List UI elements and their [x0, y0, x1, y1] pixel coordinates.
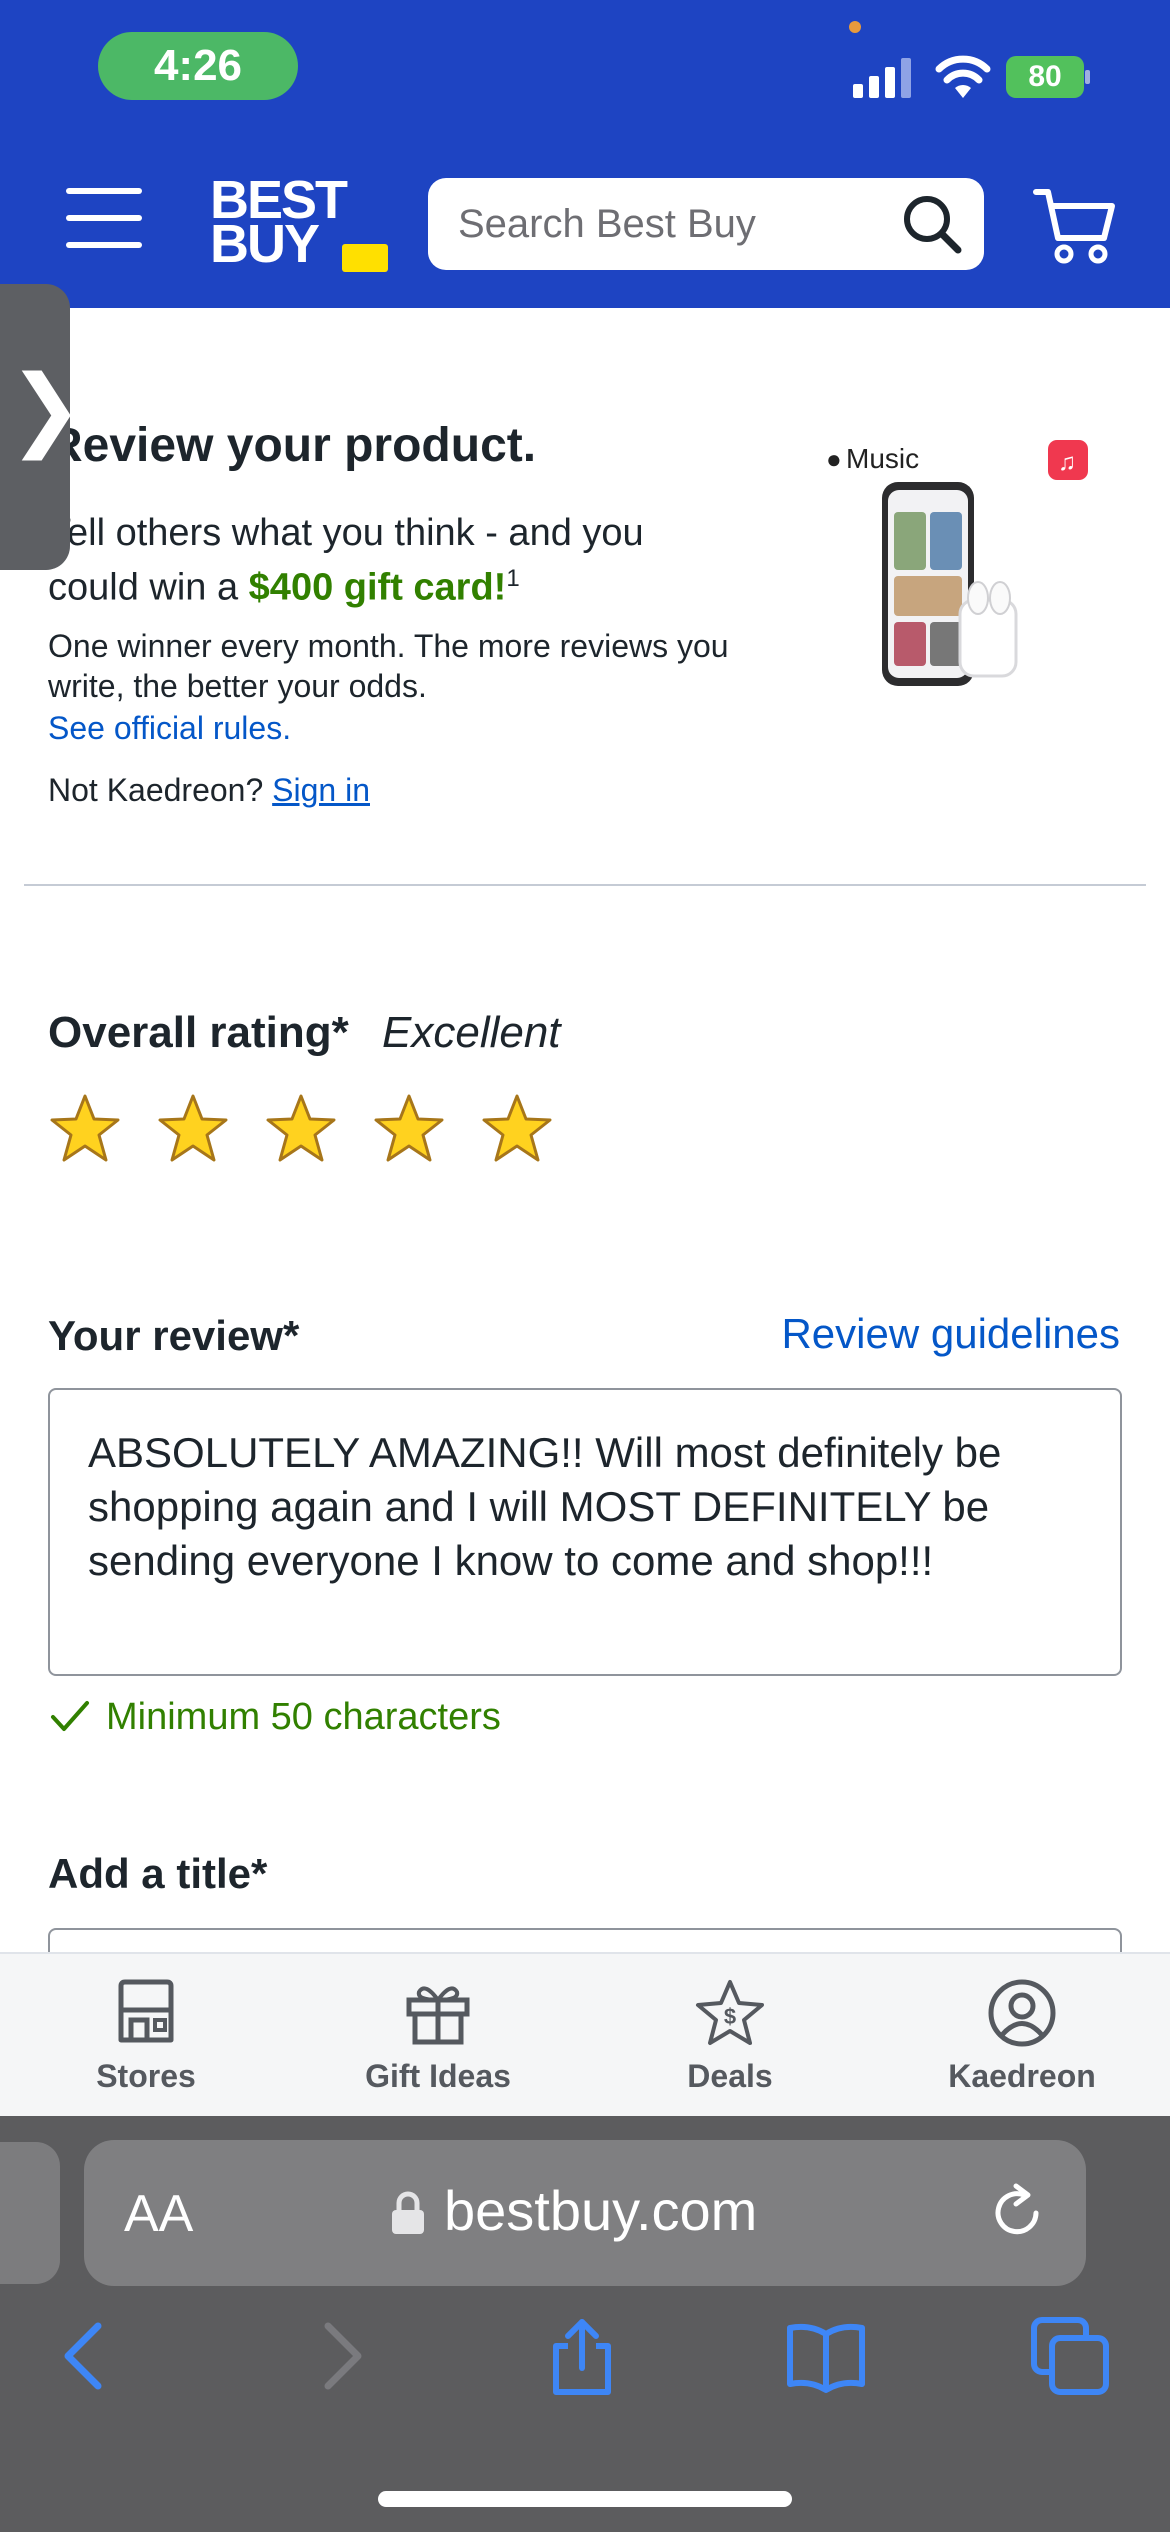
chevron-right-icon: ❯: [8, 359, 84, 459]
gift-icon: [406, 1986, 470, 2045]
not-user-text: Not Kaedreon?: [48, 772, 264, 808]
min-characters-text: Minimum 50 characters: [106, 1696, 501, 1738]
sign-in-link[interactable]: Sign in: [272, 772, 370, 808]
svg-text:♫: ♫: [1058, 449, 1076, 476]
battery-cap: [1085, 70, 1090, 84]
url-text[interactable]: bestbuy.com: [444, 2178, 757, 2243]
wifi-icon: [935, 55, 991, 98]
address-bar[interactable]: AA bestbuy.com: [84, 2140, 1086, 2286]
best-buy-logo[interactable]: BEST BUY: [210, 173, 388, 276]
text-size-button[interactable]: AA: [124, 2184, 193, 2244]
nav-deals-label: Deals: [687, 2058, 773, 2094]
privacy-indicator: [849, 21, 861, 33]
reload-icon[interactable]: [986, 2182, 1048, 2244]
not-user-line: Not Kaedreon? Sign in: [48, 772, 370, 809]
star-icon[interactable]: [264, 1092, 338, 1166]
svg-text:●: ●: [826, 444, 842, 474]
logo-tag-icon: [342, 244, 388, 272]
search-bar[interactable]: [428, 178, 984, 270]
star-icon[interactable]: [372, 1092, 446, 1166]
nav-gift-ideas[interactable]: Gift Ideas: [328, 1978, 548, 2095]
promo-subtext: One winner every month. The more reviews…: [48, 628, 729, 704]
side-panel-handle[interactable]: ❯: [0, 284, 83, 570]
menu-button[interactable]: [66, 188, 142, 248]
menu-bar: [66, 242, 142, 248]
browser-toolbar: AA bestbuy.com: [0, 2116, 1170, 2532]
review-textarea[interactable]: ABSOLUTELY AMAZING!! Will most definitel…: [48, 1388, 1122, 1676]
nav-gift-ideas-label: Gift Ideas: [365, 2058, 511, 2094]
star-icon[interactable]: [48, 1092, 122, 1166]
cellular-signal-icon: [853, 58, 911, 98]
check-icon: [51, 1701, 89, 1731]
forward-icon[interactable]: [300, 2316, 380, 2396]
battery-icon: 80: [1006, 56, 1090, 98]
battery-level: 80: [1006, 56, 1084, 98]
search-icon[interactable]: [900, 192, 964, 256]
svg-text:$: $: [724, 2004, 736, 2029]
section-divider: [24, 884, 1146, 886]
previous-tab-peek[interactable]: [0, 2142, 60, 2284]
account-icon: [988, 1979, 1056, 2047]
nav-deals[interactable]: $ Deals: [620, 1978, 840, 2095]
status-time: 4:26: [98, 32, 298, 100]
bookmarks-icon[interactable]: [786, 2316, 866, 2396]
min-characters-hint: Minimum 50 characters: [50, 1696, 501, 1739]
cart-icon[interactable]: [1032, 182, 1116, 266]
home-indicator[interactable]: [378, 2491, 792, 2507]
deals-icon: $: [696, 1980, 764, 2045]
footnote-marker: 1: [506, 565, 520, 592]
star-icon[interactable]: [156, 1092, 230, 1166]
lock-icon: [392, 2191, 424, 2234]
nav-stores-label: Stores: [96, 2058, 196, 2094]
official-rules-link[interactable]: See official rules.: [48, 710, 291, 747]
bottom-navigation: Stores Gift Ideas $ Deals Kaedreon: [0, 1952, 1170, 2116]
share-icon[interactable]: [542, 2316, 622, 2396]
your-review-label: Your review*: [48, 1312, 300, 1359]
promo-text-prefix: could win a: [48, 566, 249, 609]
store-icon: [118, 1979, 174, 2043]
nav-account-label: Kaedreon: [948, 2058, 1096, 2094]
review-guidelines-link[interactable]: Review guidelines: [781, 1310, 1120, 1358]
add-title-label: Add a title*: [48, 1850, 268, 1897]
search-input[interactable]: [458, 178, 888, 270]
gift-card-highlight: $400 gift card!: [248, 566, 507, 609]
tabs-icon[interactable]: [1030, 2316, 1110, 2396]
promo-text-line2: could win a $400 gift card!1: [48, 556, 520, 611]
promo-title: Review your product.: [48, 419, 537, 472]
nav-stores[interactable]: Stores: [36, 1978, 256, 2095]
promo-text-line1: Tell others what you think - and you: [48, 512, 644, 554]
promo-image-brand: Music: [846, 443, 919, 474]
apple-music-promo-image: ● Music ♫: [826, 440, 1088, 686]
nav-account[interactable]: Kaedreon: [912, 1978, 1132, 2095]
logo-line2: BUY: [210, 214, 320, 274]
app-header: 4:26 80 BEST BUY: [0, 0, 1170, 308]
menu-bar: [66, 215, 142, 221]
menu-bar: [66, 188, 142, 194]
rating-value-text: Excellent: [382, 1008, 561, 1057]
star-icon[interactable]: [480, 1092, 554, 1166]
overall-rating-label: Overall rating*: [48, 1008, 349, 1057]
back-icon[interactable]: [46, 2316, 126, 2396]
